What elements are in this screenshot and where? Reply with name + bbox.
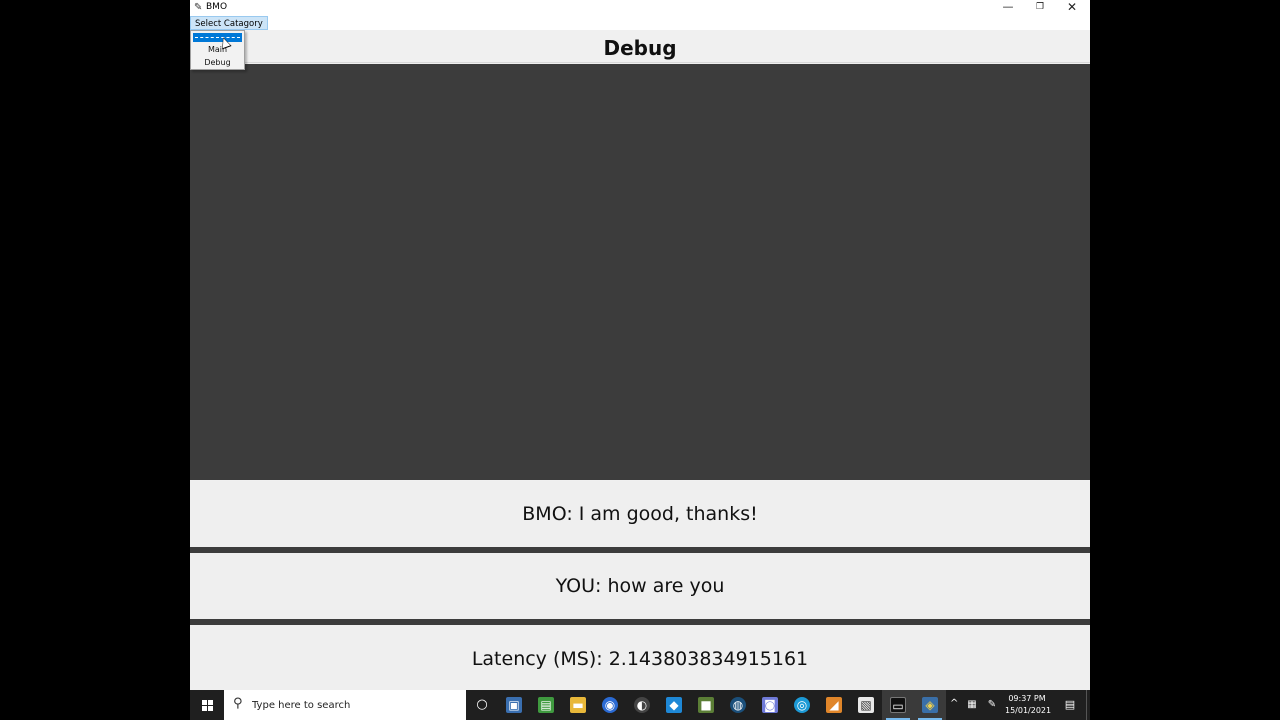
minecraft-icon: ■ bbox=[698, 697, 714, 713]
start-button[interactable] bbox=[190, 690, 224, 720]
select-category-menu[interactable]: Select Catagory bbox=[190, 16, 268, 30]
taskbar-app-obs[interactable]: ◐ bbox=[626, 690, 658, 720]
cortana-icon: ○ bbox=[476, 697, 488, 712]
sublime-icon: ◢ bbox=[826, 697, 842, 713]
taskbar-app-python[interactable]: ◈ bbox=[914, 690, 946, 720]
taskbar-app-2[interactable]: ▤ bbox=[530, 690, 562, 720]
steam-icon: ◍ bbox=[730, 697, 746, 713]
desktop-screen: ✎ BMO — ❐ ✕ Select Catagory Debug BMO: I… bbox=[0, 0, 1280, 720]
taskbar-app-steam[interactable]: ◍ bbox=[722, 690, 754, 720]
edge-icon: ◎ bbox=[794, 697, 810, 713]
system-clock[interactable]: 09:37 PM 15/01/2021 bbox=[1005, 693, 1052, 717]
menu-bar: Select Catagory bbox=[190, 15, 1090, 30]
taskbar: ⚲ ○ ▣ ▤ ▬ ◉ ◐ ◆ ■ ◍ ◙ ◎ ◢ ▧ ▭ ◈ ^ ▦ ✎ 09… bbox=[190, 690, 1090, 720]
python-icon: ◈ bbox=[922, 697, 938, 713]
search-icon: ⚲ bbox=[233, 696, 243, 711]
taskbar-app-file-explorer[interactable]: ▬ bbox=[562, 690, 594, 720]
content-area bbox=[190, 64, 1090, 480]
taskbar-app-notepad[interactable]: ▧ bbox=[850, 690, 882, 720]
discord-icon: ◙ bbox=[762, 697, 778, 713]
menu-item-main[interactable]: Main bbox=[193, 43, 242, 56]
minimize-button[interactable]: — bbox=[992, 0, 1024, 15]
chrome-icon: ◉ bbox=[602, 697, 618, 713]
close-button[interactable]: ✕ bbox=[1056, 0, 1088, 15]
show-hidden-icons-button[interactable]: ^ bbox=[950, 698, 958, 710]
taskbar-app-minecraft[interactable]: ■ bbox=[690, 690, 722, 720]
latency-text: Latency (MS): 2.143803834915161 bbox=[471, 648, 809, 670]
menu-item-debug[interactable]: Debug bbox=[193, 56, 242, 69]
user-input-panel: YOU: how are you bbox=[190, 553, 1090, 619]
obs-icon: ◐ bbox=[634, 697, 650, 713]
windows-logo-icon bbox=[202, 700, 213, 711]
clock-time: 09:37 PM bbox=[1008, 694, 1046, 703]
clock-date: 15/01/2021 bbox=[1005, 706, 1052, 715]
network-icon[interactable]: ▦ bbox=[965, 698, 979, 712]
dashed-line-icon bbox=[195, 37, 240, 38]
app-icon-1: ▣ bbox=[506, 697, 522, 713]
taskbar-app-vscode[interactable]: ◆ bbox=[658, 690, 690, 720]
tearoff-line[interactable] bbox=[193, 33, 242, 42]
vscode-icon: ◆ bbox=[666, 697, 682, 713]
taskbar-app-chrome[interactable]: ◉ bbox=[594, 690, 626, 720]
app-icon-2: ▤ bbox=[538, 697, 554, 713]
bmo-window: ✎ BMO — ❐ ✕ Select Catagory Debug BMO: I… bbox=[190, 0, 1090, 690]
taskbar-app-discord[interactable]: ◙ bbox=[754, 690, 786, 720]
title-bar[interactable]: ✎ BMO — ❐ ✕ bbox=[190, 0, 1090, 15]
taskbar-app-sublime[interactable]: ◢ bbox=[818, 690, 850, 720]
latency-panel: Latency (MS): 2.143803834915161 bbox=[190, 625, 1090, 690]
taskbar-app-terminal[interactable]: ▭ bbox=[882, 690, 914, 720]
search-input[interactable] bbox=[252, 690, 452, 720]
bmo-response-panel: BMO: I am good, thanks! bbox=[190, 481, 1090, 547]
bmo-response-text: BMO: I am good, thanks! bbox=[522, 503, 758, 525]
taskbar-app-1[interactable]: ▣ bbox=[498, 690, 530, 720]
maximize-button[interactable]: ❐ bbox=[1024, 0, 1056, 15]
category-dropdown-menu: Main Debug bbox=[190, 30, 245, 70]
taskbar-search-box[interactable]: ⚲ bbox=[224, 690, 466, 720]
show-desktop-button[interactable] bbox=[1086, 690, 1090, 720]
notification-icon[interactable]: ▤ bbox=[1058, 690, 1082, 720]
feather-icon: ✎ bbox=[194, 2, 203, 13]
notepad-icon: ▧ bbox=[858, 697, 874, 713]
page-title: Debug bbox=[603, 36, 677, 60]
user-input-text: YOU: how are you bbox=[555, 575, 725, 597]
file-explorer-icon: ▬ bbox=[570, 697, 586, 713]
terminal-icon: ▭ bbox=[890, 697, 906, 713]
taskbar-app-edge[interactable]: ◎ bbox=[786, 690, 818, 720]
window-title: BMO bbox=[206, 2, 228, 12]
page-header: Debug bbox=[190, 30, 1090, 63]
pen-icon[interactable]: ✎ bbox=[985, 698, 999, 712]
taskbar-app-cortana[interactable]: ○ bbox=[466, 690, 498, 720]
